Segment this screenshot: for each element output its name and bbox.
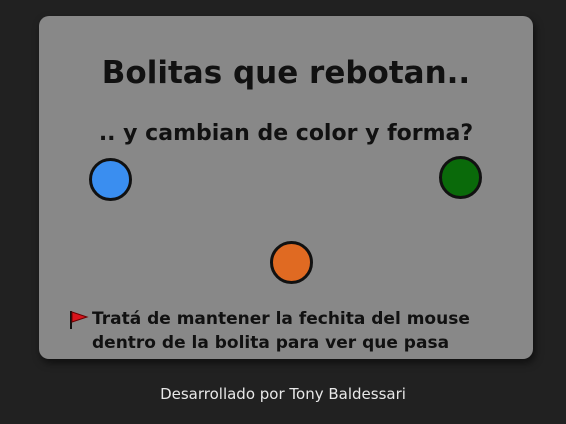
blue-ball[interactable] bbox=[89, 158, 132, 201]
game-title: Bolitas que rebotan.. bbox=[101, 55, 471, 91]
footer-credit: Desarrollado por Tony Baldessari bbox=[160, 385, 406, 403]
instructions: Tratá de mantener la fechita del mouse d… bbox=[68, 307, 518, 355]
orange-ball[interactable] bbox=[270, 241, 313, 284]
game-stage[interactable]: Bolitas que rebotan.. .. y cambian de co… bbox=[39, 16, 533, 359]
instructions-line-2: dentro de la bolita para ver que pasa bbox=[92, 333, 450, 353]
instructions-line-1: Tratá de mantener la fechita del mouse bbox=[68, 307, 518, 331]
game-subtitle: .. y cambian de color y forma? bbox=[98, 121, 474, 146]
green-ball[interactable] bbox=[439, 156, 482, 199]
instructions-text-1: Tratá de mantener la fechita del mouse bbox=[92, 309, 470, 329]
red-flag-icon bbox=[70, 311, 89, 329]
